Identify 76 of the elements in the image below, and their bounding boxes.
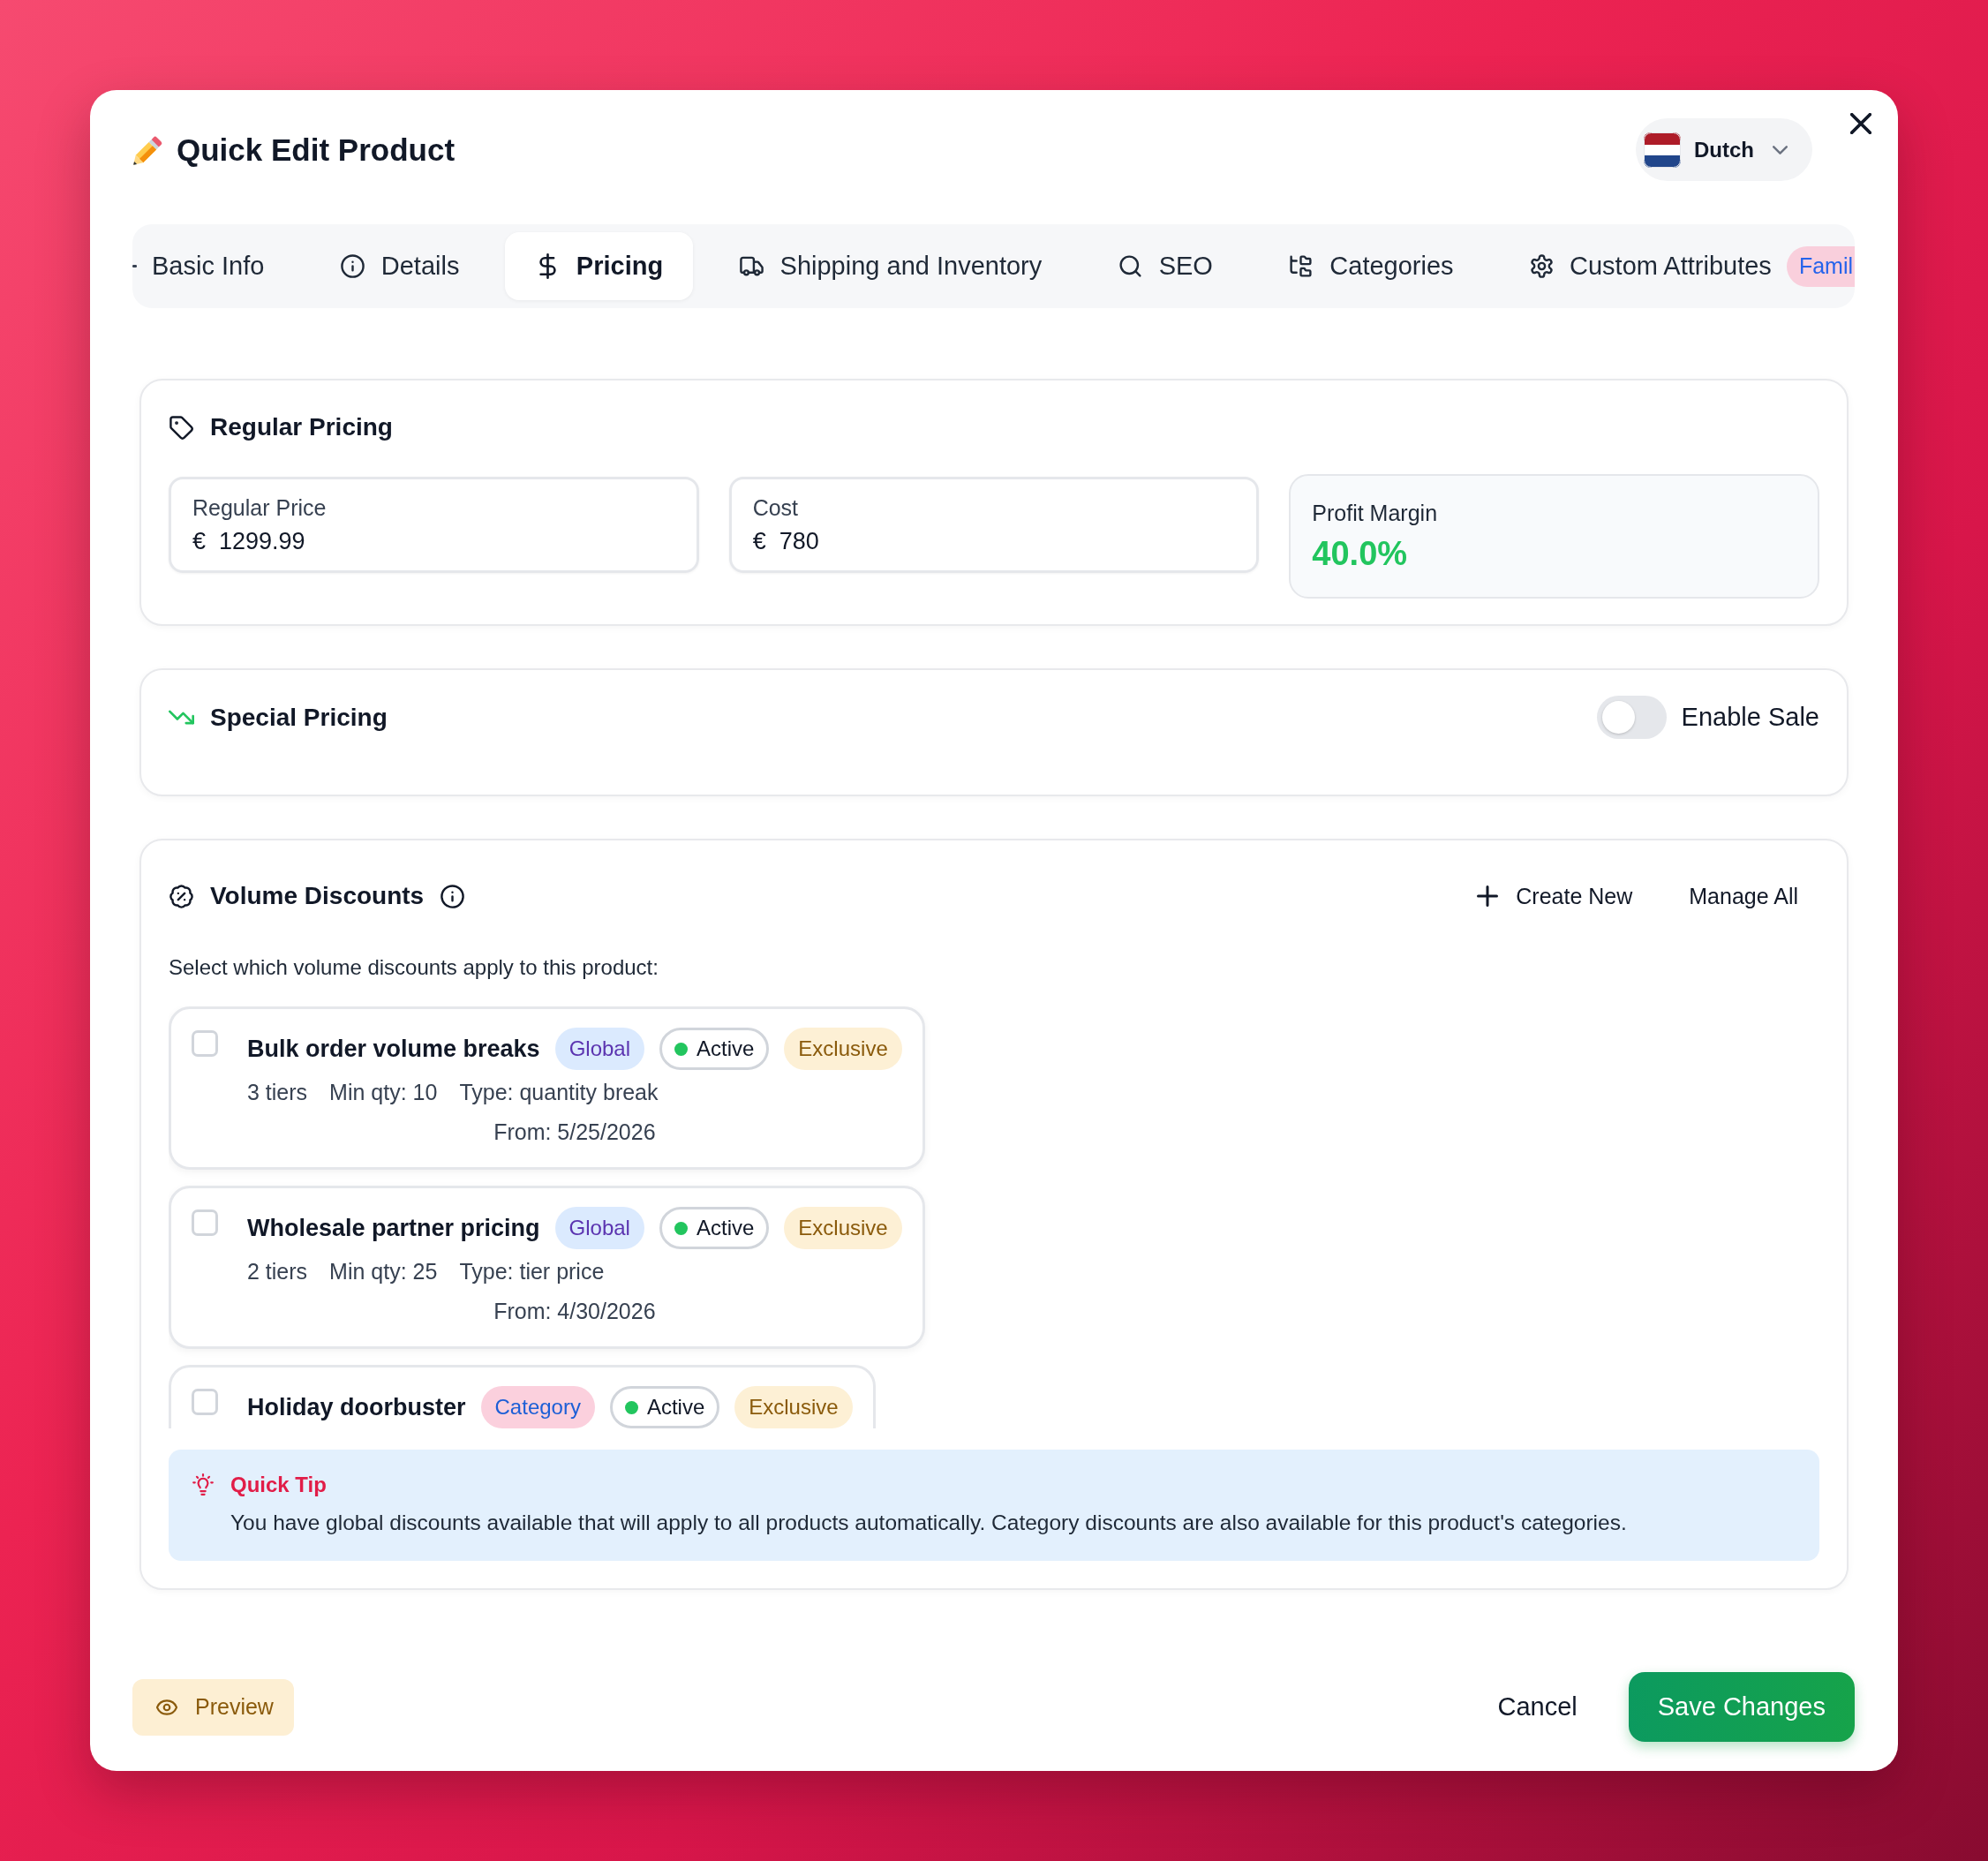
cancel-button[interactable]: Cancel (1476, 1672, 1599, 1742)
scope-tag: Global (554, 1028, 644, 1070)
discount-detail: Type: tier price (459, 1258, 605, 1285)
tag-icon (169, 414, 194, 441)
discount-detail: Min qty: 25 (329, 1258, 438, 1285)
settings-icon (1529, 253, 1555, 279)
status-dot-icon (674, 1221, 688, 1235)
checkbox[interactable] (192, 1030, 218, 1057)
checkbox[interactable] (192, 1209, 218, 1236)
scope-tag: Global (554, 1207, 644, 1249)
discount-tag: Exclusive (784, 1207, 902, 1249)
action-button[interactable]: Create New (1456, 874, 1654, 918)
section-title: Regular Pricing (210, 413, 393, 441)
field-value: 780 (779, 526, 819, 556)
dialog-title: Quick Edit Product (177, 132, 456, 168)
info-icon (339, 253, 365, 279)
discount-detail: 3 tiers (247, 1079, 308, 1105)
language-select[interactable]: Dutch (1636, 118, 1812, 181)
scope-tag: Category (480, 1386, 595, 1428)
tab[interactable]: SEO (1087, 232, 1243, 300)
save-button[interactable]: Save Changes (1628, 1672, 1855, 1742)
discount-card[interactable]: Bulk order volume breaks Global Active Exclusive 3 tiers Min qty: 10 Type: quantity break From: 5/25/2026 (169, 1006, 925, 1170)
status-dot-icon (624, 1400, 638, 1414)
discount-name: Bulk order volume breaks (247, 1035, 540, 1063)
section-title: Special Pricing (210, 703, 388, 732)
info-icon[interactable] (440, 883, 466, 909)
tip-title: Quick Tip (230, 1472, 328, 1498)
tab[interactable]: Categories (1258, 232, 1484, 300)
section-title: Volume Discounts (210, 882, 425, 910)
search-icon (1117, 253, 1143, 279)
clipped-icon (132, 265, 137, 267)
profit-margin-label: Profit Margin (1312, 499, 1439, 526)
percent-badge-icon (169, 883, 194, 909)
currency-field[interactable]: Regular Price € 1299.99 (169, 477, 699, 573)
plus-icon (1477, 885, 1499, 907)
field-value: 1299.99 (219, 526, 305, 556)
profit-margin-value: 40.0% (1312, 533, 1409, 574)
status-label: Active (697, 1036, 755, 1061)
action-button[interactable]: Manage All (1668, 874, 1819, 918)
flag-icon (1644, 132, 1681, 168)
close-icon (1850, 113, 1871, 134)
chevron-down-icon (1773, 145, 1788, 154)
discount-detail: Type: quantity break (459, 1079, 659, 1105)
tip-text: You have global discounts available that will apply to all products automatically. Category discounts are also available for this product's categories. (230, 1510, 1628, 1536)
start-date: From: 5/25/2026 (493, 1119, 657, 1145)
tab[interactable]: Details (309, 232, 490, 300)
discount-card[interactable]: Wholesale partner pricing Global Active Exclusive 2 tiers Min qty: 25 Type: tier price From: 4/30/2026 (169, 1186, 925, 1349)
tab[interactable]: Pricing (504, 232, 694, 300)
discount-name: Holiday doorbuster (247, 1393, 466, 1421)
eye-icon (156, 1699, 177, 1715)
tab[interactable]: Basic Info (132, 232, 295, 300)
field-label: Regular Price (192, 494, 328, 521)
currency-field[interactable]: Cost € 780 (728, 477, 1260, 573)
prompt-text: Select which volume discounts apply to this product: (169, 954, 659, 981)
start-date: From: 4/30/2026 (493, 1298, 657, 1324)
status-dot-icon (674, 1042, 688, 1056)
tab[interactable]: Shipping and Inventory (708, 232, 1073, 300)
lightbulb-icon (192, 1473, 215, 1496)
discount-detail: 2 tiers (247, 1258, 308, 1285)
discount-name: Wholesale partner pricing (247, 1214, 540, 1242)
discount-detail: Min qty: 10 (329, 1079, 438, 1105)
discount-tag: Exclusive (734, 1386, 853, 1428)
toggle-label: Enable Sale (1681, 703, 1819, 732)
field-label: Cost (752, 494, 800, 521)
status-label: Active (646, 1395, 705, 1420)
tab[interactable]: Custom Attributes Famil (1499, 232, 1855, 300)
preview-button[interactable]: Preview (132, 1678, 294, 1736)
discount-card[interactable]: Holiday doorbuster Category Active Exclusive (169, 1365, 876, 1428)
tab-tag: Famil (1786, 245, 1855, 287)
currency-symbol: € (752, 526, 766, 556)
discount-tag: Exclusive (784, 1028, 902, 1070)
status-label: Active (696, 1216, 755, 1240)
currency-symbol: € (192, 526, 207, 556)
folder-tree-icon (1288, 253, 1314, 279)
toggle-switch[interactable] (1596, 696, 1667, 739)
checkbox[interactable] (192, 1389, 218, 1415)
